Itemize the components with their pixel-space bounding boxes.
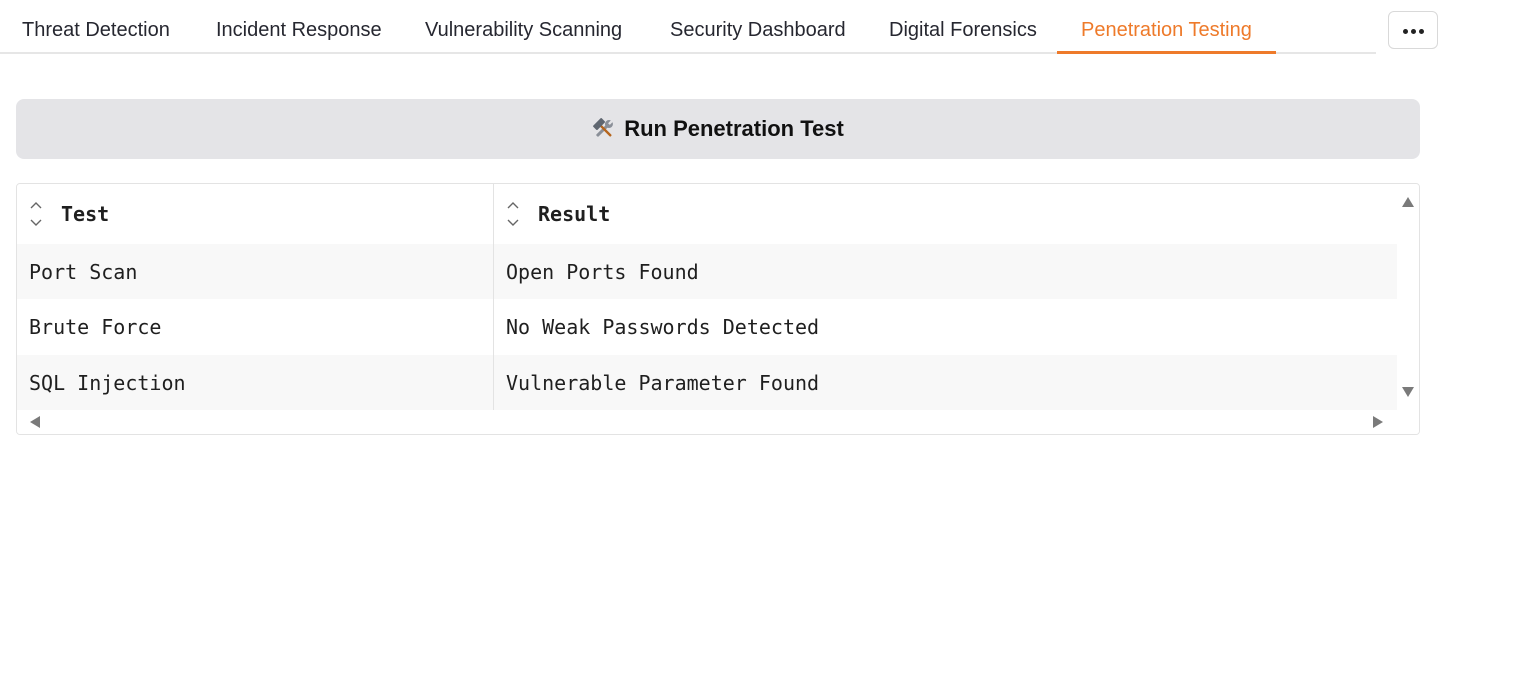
column-header-label: Result	[538, 202, 611, 226]
table-row: SQL Injection Vulnerable Parameter Found	[17, 355, 1397, 410]
table-cell-result: No Weak Passwords Detected	[506, 315, 820, 339]
scroll-right-arrow-icon[interactable]	[1372, 415, 1384, 429]
vertical-scrollbar[interactable]	[1397, 184, 1419, 410]
table-row: Brute Force No Weak Passwords Detected	[17, 299, 1397, 355]
tab-security-dashboard[interactable]: Security Dashboard	[670, 0, 846, 54]
table-cell-test: Port Scan	[29, 259, 138, 284]
horizontal-scrollbar[interactable]	[17, 410, 1419, 434]
hammer-and-wrench-icon	[592, 117, 616, 141]
run-penetration-test-button[interactable]: Run Penetration Test	[16, 99, 1420, 159]
table-cell-result: Vulnerable Parameter Found	[506, 370, 820, 395]
column-header-result[interactable]: Result	[506, 184, 1386, 244]
tab-penetration-testing[interactable]: Penetration Testing	[1057, 0, 1276, 54]
more-options-button[interactable]	[1388, 11, 1438, 49]
scroll-up-arrow-icon[interactable]	[1401, 196, 1415, 208]
scroll-left-arrow-icon[interactable]	[29, 415, 41, 429]
column-divider[interactable]	[493, 184, 494, 410]
column-header-label: Test	[61, 202, 110, 226]
sort-icon[interactable]	[29, 199, 43, 229]
tab-vulnerability-scanning[interactable]: Vulnerability Scanning	[425, 0, 622, 54]
table-cell-test: Brute Force	[29, 315, 162, 339]
table-row: Port Scan Open Ports Found	[17, 244, 1397, 299]
run-button-label: Run Penetration Test	[624, 116, 844, 141]
tab-bar: Threat Detection Incident Response Vulne…	[0, 0, 1376, 54]
tab-threat-detection[interactable]: Threat Detection	[22, 0, 170, 54]
table-cell-result: Open Ports Found	[506, 259, 699, 284]
tab-incident-response[interactable]: Incident Response	[216, 0, 382, 54]
table-cell-test: SQL Injection	[29, 370, 186, 395]
tab-digital-forensics[interactable]: Digital Forensics	[889, 0, 1037, 54]
table-header-row: Test Result	[17, 184, 1397, 244]
column-header-test[interactable]: Test	[29, 184, 489, 244]
scroll-down-arrow-icon[interactable]	[1401, 386, 1415, 398]
sort-icon[interactable]	[506, 199, 520, 229]
results-table: Test Result Port Scan Open Ports Found B…	[16, 183, 1420, 435]
